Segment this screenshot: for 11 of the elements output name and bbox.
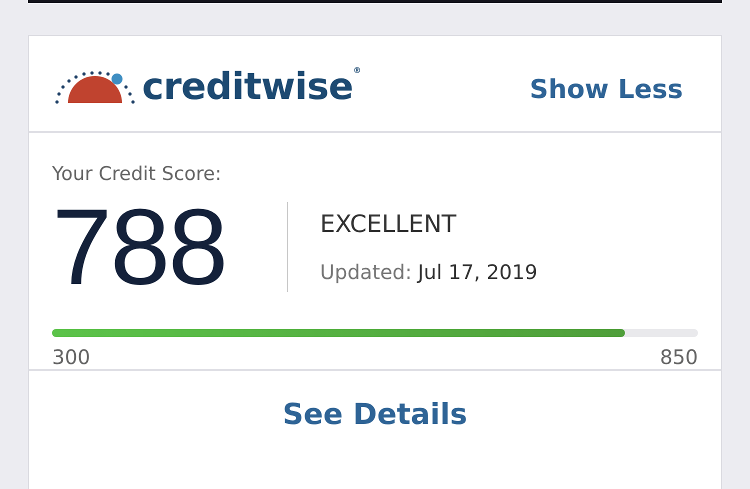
see-details-link[interactable]: See Details — [282, 397, 468, 431]
score-rating: EXCELLENT — [320, 210, 458, 238]
score-label: Your Credit Score: — [52, 163, 222, 185]
brand-logo: creditwise$^{®}$ — [142, 66, 361, 104]
credit-score: 788 — [52, 197, 228, 297]
max-score: 850 — [660, 345, 698, 369]
min-score: 300 — [52, 345, 90, 369]
rising-sun-icon — [54, 68, 136, 104]
show-less-link[interactable]: Show Less — [530, 74, 683, 104]
updated-date: Jul 17, 2019 — [418, 260, 538, 284]
updated-label: Updated: — [320, 260, 412, 284]
